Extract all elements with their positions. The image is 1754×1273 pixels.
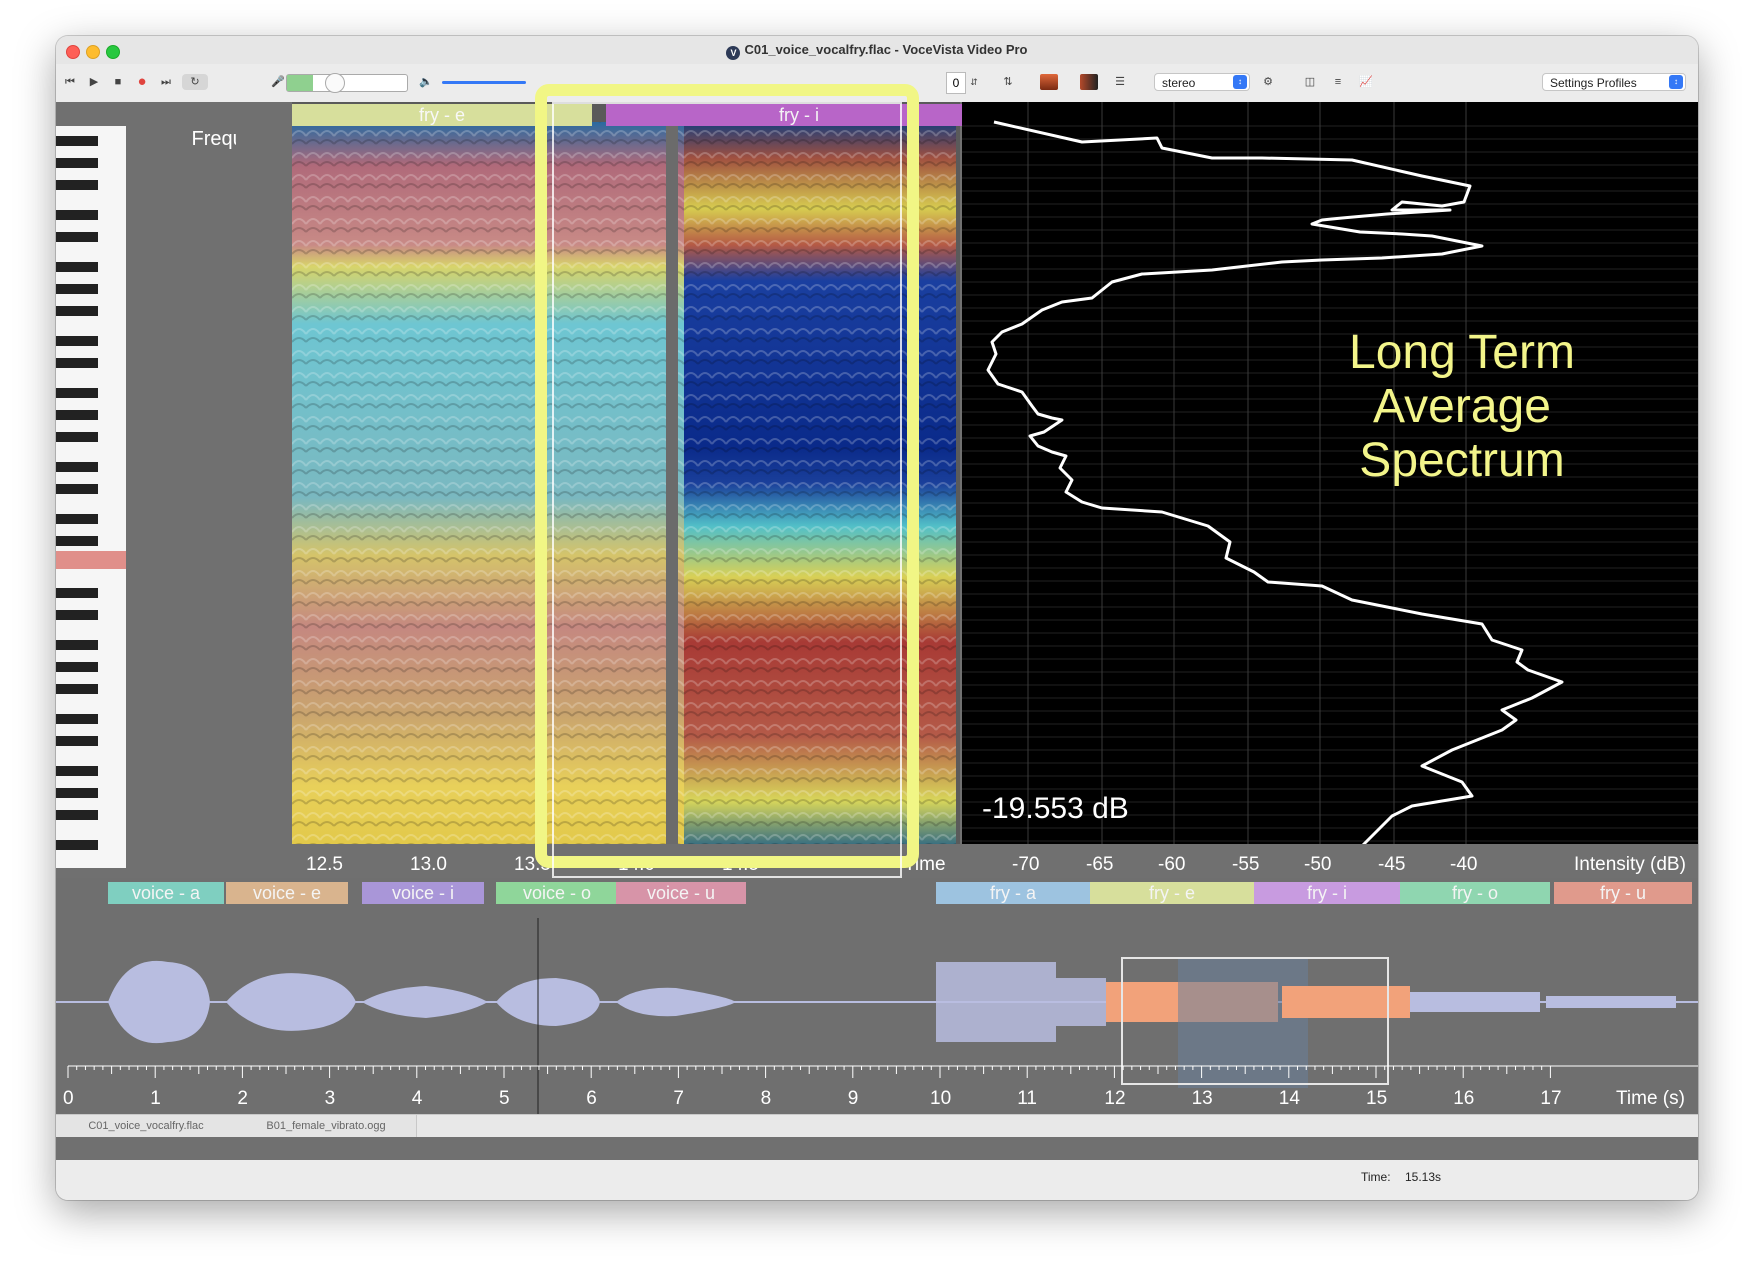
split-view-icon[interactable]: ◫ bbox=[1302, 74, 1318, 90]
overview-time-tick-label: 8 bbox=[760, 1088, 772, 1109]
overview-time-tick-label: 3 bbox=[324, 1088, 336, 1109]
stop-icon[interactable]: ■ bbox=[110, 74, 126, 90]
layout-icon[interactable]: ☰ bbox=[1112, 74, 1128, 90]
file-tab[interactable]: C01_voice_vocalfry.flac bbox=[56, 1115, 237, 1137]
overview-time-tick-label: 9 bbox=[847, 1088, 859, 1109]
chevron-updown-icon: ↕ bbox=[1669, 75, 1683, 89]
input-gain-knob[interactable] bbox=[325, 73, 345, 93]
intensity-tick-label: -50 bbox=[1304, 854, 1332, 875]
overview-time-tick-label: 1 bbox=[150, 1088, 161, 1109]
settings-profiles-label: Settings Profiles bbox=[1550, 76, 1637, 90]
microphone-icon: 🎤 bbox=[271, 76, 285, 88]
level-readout: -19.553 dB bbox=[982, 792, 1129, 825]
overview-time-tick-label: 2 bbox=[237, 1088, 248, 1109]
speaker-icon: 🔈 bbox=[419, 76, 433, 88]
app-window: V C01_voice_vocalfry.flac - VoceVista Vid… bbox=[56, 36, 1698, 1200]
overview-time-tick-label: 7 bbox=[673, 1088, 684, 1109]
file-tabs: C01_voice_vocalfry.flac B01_female_vibra… bbox=[56, 1114, 1698, 1137]
piano-keys bbox=[56, 126, 126, 868]
skip-forward-icon[interactable]: ⏭ bbox=[158, 74, 174, 90]
overview-time-tick-label: 12 bbox=[1104, 1088, 1126, 1109]
overview-time-tick-label: 13 bbox=[1191, 1088, 1213, 1109]
overview-waveform bbox=[56, 918, 1698, 1114]
spectrogram-time-tick-label: 12.5 bbox=[306, 854, 343, 875]
title-bar: V C01_voice_vocalfry.flac - VoceVista Vid… bbox=[56, 36, 1698, 65]
intensity-tick-label: -55 bbox=[1232, 854, 1260, 875]
main-area: Frequency (Hz) 3000200010008007006005004… bbox=[56, 84, 1698, 1160]
settings-profiles-select[interactable]: Settings Profiles ↕ bbox=[1542, 73, 1686, 91]
overview-time-tick-label: 5 bbox=[499, 1088, 510, 1109]
overview-time-tick-label: 15 bbox=[1366, 1088, 1388, 1109]
stepper-icon[interactable]: ⇵ bbox=[966, 74, 982, 90]
channel-select-value: stereo bbox=[1162, 76, 1196, 90]
status-bar: Time: 15.13s bbox=[56, 1160, 1698, 1200]
overview-time-tick-label: 0 bbox=[63, 1088, 74, 1109]
input-level-meter bbox=[286, 73, 408, 93]
channel-select[interactable]: stereo ↕ bbox=[1154, 73, 1250, 91]
selection-outline bbox=[552, 102, 902, 878]
align-icon[interactable]: ≡ bbox=[1330, 74, 1346, 90]
intensity-tick-label: -45 bbox=[1378, 854, 1406, 875]
overview-time-tick-label: 14 bbox=[1278, 1088, 1300, 1109]
volume-slider[interactable] bbox=[442, 81, 526, 84]
overview-time-axis-label: Time (s) bbox=[1616, 1088, 1685, 1109]
time-value: 15.13s bbox=[1405, 1170, 1442, 1184]
overview-time-tick-label: 16 bbox=[1453, 1088, 1475, 1109]
cursor-mode-icon[interactable]: ⇅ bbox=[1000, 74, 1016, 90]
window-title: V C01_voice_vocalfry.flac - VoceVista Vid… bbox=[56, 42, 1698, 60]
intensity-tick-label: -60 bbox=[1158, 854, 1186, 875]
overview-time-tick-label: 11 bbox=[1017, 1088, 1037, 1109]
overview-time-tick-label: 17 bbox=[1540, 1088, 1562, 1109]
chart-icon[interactable]: 📈 bbox=[1358, 74, 1374, 90]
app-icon: V bbox=[726, 46, 741, 60]
piano-keyboard[interactable] bbox=[56, 126, 126, 868]
spectrogram-time-tick-label: 13.0 bbox=[410, 854, 447, 875]
chevron-updown-icon: ↕ bbox=[1233, 75, 1247, 89]
palette-icon[interactable] bbox=[1080, 74, 1098, 90]
skip-back-icon[interactable]: ⏮ bbox=[62, 74, 78, 90]
overview-time-tick-label: 6 bbox=[586, 1088, 597, 1109]
overview-panel[interactable]: voice - a voice - e voice - i voice - o voic… bbox=[56, 878, 1698, 1114]
colormap-icon[interactable] bbox=[1040, 74, 1058, 90]
gear-icon[interactable]: ⚙ bbox=[1260, 74, 1276, 90]
file-tab[interactable]: B01_female_vibrato.ogg bbox=[236, 1115, 417, 1137]
ltas-plot bbox=[962, 102, 1698, 880]
intensity-tick-label: -70 bbox=[1012, 854, 1040, 875]
input-level-fill bbox=[287, 75, 313, 91]
play-icon[interactable]: ▶ bbox=[86, 74, 102, 90]
ltas-annotation: Long Term Average Spectrum bbox=[1349, 326, 1575, 487]
window-title-text: C01_voice_vocalfry.flac - VoceVista Vide… bbox=[744, 42, 1028, 57]
ltas-panel[interactable]: Long Term Average Spectrum -19.553 dB -7… bbox=[962, 102, 1698, 880]
overview-time-tick-label: 4 bbox=[411, 1088, 423, 1109]
time-label: Time: bbox=[1361, 1170, 1391, 1184]
spinner-field[interactable]: 0 bbox=[946, 72, 966, 94]
record-icon[interactable]: ● bbox=[134, 74, 150, 90]
intensity-tick-label: -65 bbox=[1086, 854, 1114, 875]
intensity-tick-label: -40 bbox=[1450, 854, 1478, 875]
overview-time-tick-label: 10 bbox=[930, 1088, 952, 1109]
intensity-axis-label: Intensity (dB) bbox=[1574, 854, 1686, 875]
segment-label: fry - e bbox=[418, 105, 465, 125]
loop-icon[interactable]: ↻ bbox=[182, 74, 208, 90]
